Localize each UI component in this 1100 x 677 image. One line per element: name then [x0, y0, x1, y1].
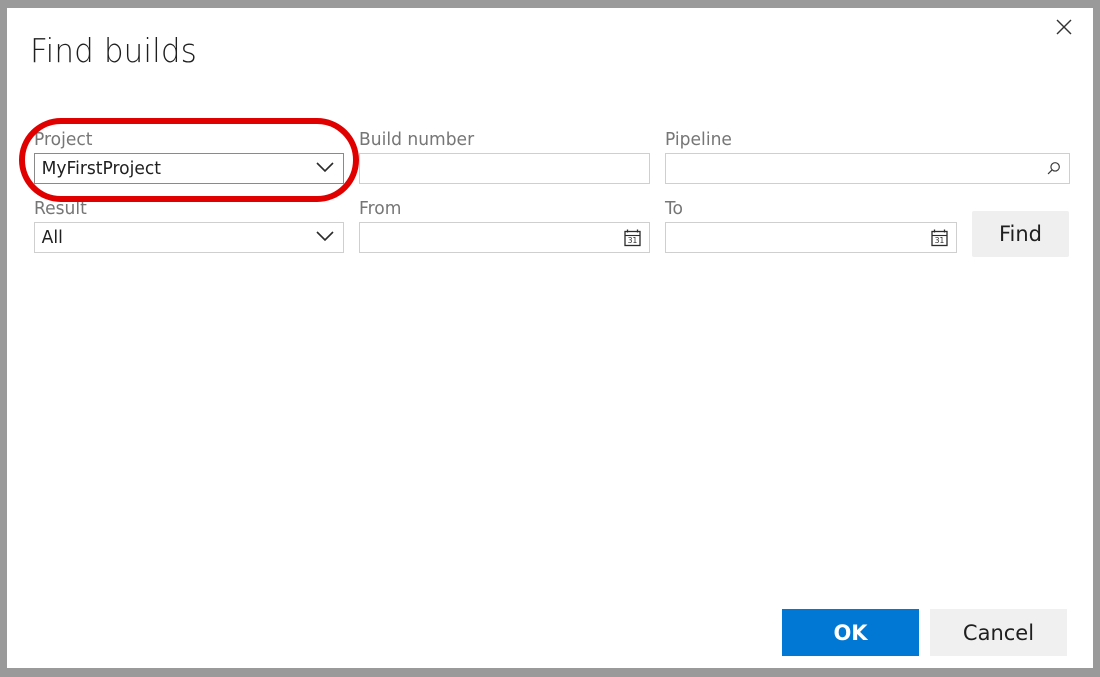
result-value: All [35, 227, 328, 248]
window-frame: Find builds Project MyFirstProject Resul… [0, 0, 1100, 677]
project-dropdown[interactable]: MyFirstProject [34, 153, 344, 184]
ok-button[interactable]: OK [782, 609, 919, 656]
build-number-input[interactable] [359, 153, 650, 184]
from-date-input[interactable]: 31 [359, 222, 650, 253]
field-label-project: Project [34, 129, 329, 151]
page-title: Find builds [30, 31, 197, 70]
calendar-icon[interactable]: 31 [623, 228, 642, 247]
field-pipeline: Pipeline [665, 129, 1070, 184]
field-label-from: From [359, 198, 635, 220]
pipeline-search-input[interactable] [665, 153, 1070, 184]
field-label-to: To [665, 198, 942, 220]
svg-text:31: 31 [935, 236, 945, 245]
find-button[interactable]: Find [972, 211, 1069, 257]
result-dropdown[interactable]: All [34, 222, 344, 253]
field-label-result: Result [34, 198, 329, 220]
calendar-icon[interactable]: 31 [930, 228, 949, 247]
cancel-button[interactable]: Cancel [930, 609, 1067, 656]
field-from: From 31 [359, 198, 650, 253]
project-value: MyFirstProject [35, 158, 328, 179]
to-date-input[interactable]: 31 [665, 222, 957, 253]
search-icon[interactable] [1044, 160, 1062, 178]
field-label-build-number: Build number [359, 129, 635, 151]
svg-text:31: 31 [628, 236, 638, 245]
field-label-pipeline: Pipeline [665, 129, 1050, 151]
close-icon[interactable] [1047, 12, 1081, 42]
field-to: To 31 [665, 198, 957, 253]
field-project: Project MyFirstProject [34, 129, 344, 184]
field-build-number: Build number [359, 129, 650, 184]
find-builds-dialog: Find builds Project MyFirstProject Resul… [7, 8, 1093, 668]
field-result: Result All [34, 198, 344, 253]
